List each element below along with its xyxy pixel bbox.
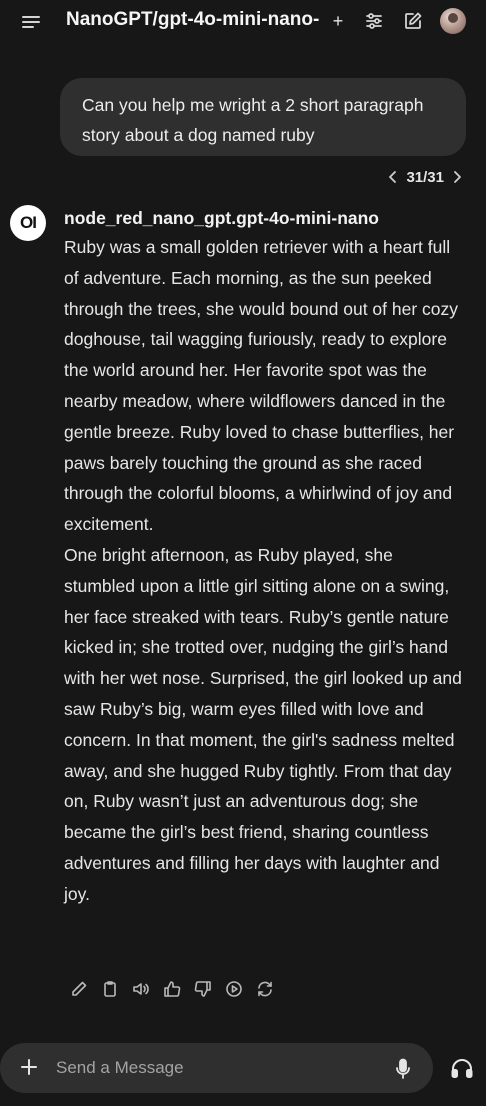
message-composer bbox=[0, 1043, 433, 1093]
thumbs-up-icon[interactable] bbox=[161, 979, 182, 1000]
regenerate-icon[interactable] bbox=[254, 979, 275, 1000]
user-message-bubble: Can you help me wright a 2 short paragra… bbox=[60, 78, 466, 156]
plus-icon[interactable] bbox=[18, 1056, 40, 1078]
assistant-paragraph: One bright afternoon, as Ruby played, sh… bbox=[64, 544, 462, 904]
top-bar: NanoGPT/gpt-4o-mini-nano- + bbox=[0, 0, 486, 44]
avatar[interactable] bbox=[440, 8, 466, 34]
assistant-paragraph: Ruby was a small golden retriever with a… bbox=[64, 237, 459, 535]
add-model-button[interactable]: + bbox=[329, 10, 347, 32]
message-actions bbox=[68, 978, 275, 1000]
copy-icon[interactable] bbox=[99, 979, 120, 1000]
sliders-icon[interactable] bbox=[362, 9, 386, 33]
assistant-logo: OI bbox=[10, 205, 46, 241]
headphones-icon[interactable] bbox=[449, 1055, 475, 1081]
assistant-name: node_red_nano_gpt.gpt-4o-mini-nano bbox=[64, 208, 379, 228]
chevron-right-icon[interactable] bbox=[450, 168, 464, 186]
play-icon[interactable] bbox=[223, 979, 244, 1000]
chevron-left-icon[interactable] bbox=[386, 168, 400, 186]
microphone-icon[interactable] bbox=[392, 1057, 414, 1081]
model-selector[interactable]: NanoGPT/gpt-4o-mini-nano- bbox=[66, 9, 328, 31]
response-pager: 31/31 bbox=[374, 166, 464, 188]
edit-icon[interactable] bbox=[68, 979, 89, 1000]
pager-label: 31/31 bbox=[406, 168, 444, 186]
thumbs-down-icon[interactable] bbox=[192, 979, 213, 1000]
menu-icon[interactable] bbox=[18, 10, 44, 34]
message-input[interactable] bbox=[56, 1055, 376, 1081]
edit-icon[interactable] bbox=[401, 9, 425, 33]
assistant-message: Ruby was a small golden retriever with a… bbox=[64, 232, 468, 910]
speaker-icon[interactable] bbox=[130, 979, 151, 1000]
